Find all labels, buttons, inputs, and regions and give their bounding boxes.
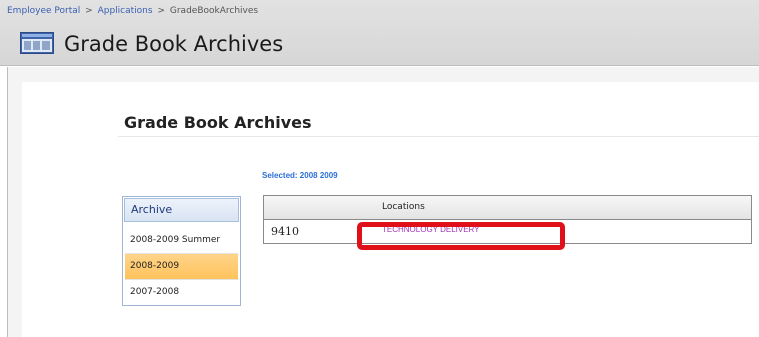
- breadcrumb-gradebookarchives: GradeBookArchives: [169, 6, 259, 16]
- section-title: Grade Book Archives: [124, 113, 312, 132]
- page-title: Grade Book Archives: [64, 32, 284, 56]
- breadcrumb: Employee Portal > Applications > GradeBo…: [7, 6, 258, 17]
- highlight-annotation: [357, 222, 565, 250]
- application-window-icon: [20, 32, 54, 54]
- breadcrumb-employee-portal[interactable]: Employee Portal: [7, 6, 80, 16]
- breadcrumb-separator: >: [157, 6, 165, 16]
- column-header-locations: Locations: [382, 202, 425, 212]
- location-code: 9410: [271, 225, 299, 238]
- breadcrumb-separator: >: [85, 6, 93, 16]
- selected-archive-label: Selected: 2008 2009: [262, 171, 338, 180]
- archive-list: Archive 2008-2009 Summer 2008-2009 2007-…: [122, 196, 241, 306]
- archive-item-2007-2008[interactable]: 2007-2008: [125, 280, 238, 305]
- archive-item-2008-2009-summer[interactable]: 2008-2009 Summer: [125, 228, 238, 253]
- breadcrumb-applications[interactable]: Applications: [98, 6, 153, 16]
- archive-header: Archive: [124, 198, 239, 222]
- page-header: Employee Portal > Applications > GradeBo…: [0, 0, 759, 66]
- archive-item-2008-2009[interactable]: 2008-2009: [125, 254, 238, 279]
- section-divider: [118, 136, 759, 137]
- table-header: Locations: [264, 196, 751, 220]
